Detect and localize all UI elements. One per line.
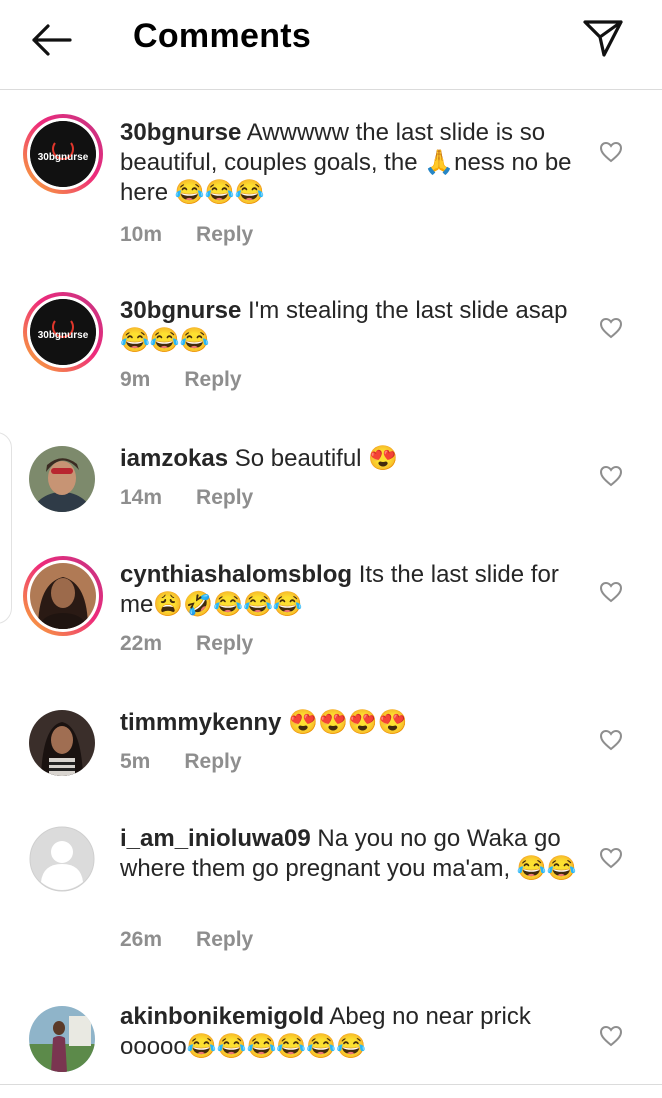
avatar: 30bgnurse xyxy=(30,299,96,365)
comment-time: 14m xyxy=(120,486,163,509)
avatar xyxy=(30,563,96,629)
avatar: 30bgnurse xyxy=(30,121,96,187)
comment-username[interactable]: timmmykenny xyxy=(120,709,281,736)
user-photo-avatar xyxy=(29,446,95,512)
heart-icon[interactable] xyxy=(599,1025,623,1047)
paper-plane-icon xyxy=(583,20,623,57)
avatar-story-ring[interactable]: 30bgnurse xyxy=(23,114,103,194)
comment-username[interactable]: akinbonikemigold xyxy=(120,1003,324,1030)
comment-text: So beautiful 😍 xyxy=(234,445,399,472)
share-button[interactable] xyxy=(580,15,626,61)
comment-time: 26m xyxy=(120,928,163,951)
reply-button[interactable]: Reply xyxy=(196,632,253,655)
comment-item: akinbonikemigold Abeg no near prick oooo… xyxy=(0,980,662,1084)
avatar-story-ring[interactable]: 30bgnurse xyxy=(23,292,103,372)
comment-meta: 22m Reply xyxy=(120,632,253,656)
heart-icon[interactable] xyxy=(599,729,623,751)
reply-button[interactable]: Reply xyxy=(196,223,253,246)
comment-body: timmmykenny 😍😍😍😍 xyxy=(120,708,580,738)
comment-username[interactable]: 30bgnurse xyxy=(120,297,241,324)
heart-icon[interactable] xyxy=(599,465,623,487)
brand-logo-avatar: 30bgnurse xyxy=(30,121,96,187)
comment-username[interactable]: i_am_inioluwa09 xyxy=(120,825,311,852)
heart-icon[interactable] xyxy=(599,581,623,603)
arrow-left-icon xyxy=(32,24,72,56)
comment-time: 9m xyxy=(120,368,151,391)
comment-body: iamzokas So beautiful 😍 xyxy=(120,444,580,474)
comment-username[interactable]: cynthiashalomsblog xyxy=(120,561,352,588)
comment-body: akinbonikemigold Abeg no near prick oooo… xyxy=(120,1002,580,1062)
comment-text: 😍😍😍😍 xyxy=(288,709,408,736)
avatar[interactable] xyxy=(29,1006,95,1072)
side-panel-handle[interactable] xyxy=(0,432,12,624)
comment-username[interactable]: iamzokas xyxy=(120,445,228,472)
comment-meta: 5m Reply xyxy=(120,750,242,774)
user-photo-avatar xyxy=(29,1006,95,1072)
comment-body: 30bgnurse I'm stealing the last slide as… xyxy=(120,296,580,356)
comment-body: 30bgnurse Awwwww the last slide is so be… xyxy=(120,118,580,208)
reply-button[interactable]: Reply xyxy=(196,928,253,951)
user-photo-avatar xyxy=(29,710,95,776)
heart-icon[interactable] xyxy=(599,317,623,339)
svg-text:30bgnurse: 30bgnurse xyxy=(38,330,89,341)
back-button[interactable] xyxy=(26,20,76,60)
brand-logo-avatar: 30bgnurse xyxy=(30,299,96,365)
comment-body: i_am_inioluwa09 Na you no go Waka go whe… xyxy=(120,824,580,884)
heart-icon[interactable] xyxy=(599,847,623,869)
comment-time: 10m xyxy=(120,223,163,246)
comment-time: 5m xyxy=(120,750,151,773)
reply-button[interactable]: Reply xyxy=(184,750,241,773)
user-photo-avatar xyxy=(30,563,96,629)
avatar[interactable] xyxy=(29,710,95,776)
comment-meta: 10m Reply xyxy=(120,223,253,247)
comment-meta: 9m Reply xyxy=(120,368,242,392)
heart-icon[interactable] xyxy=(599,141,623,163)
divider xyxy=(0,1084,662,1085)
page-title: Comments xyxy=(133,17,312,55)
comment-time: 22m xyxy=(120,632,163,655)
reply-button[interactable]: Reply xyxy=(196,486,253,509)
reply-button[interactable]: Reply xyxy=(184,368,241,391)
comment-meta: 14m Reply xyxy=(120,486,253,510)
comment-meta: 26m Reply xyxy=(120,928,253,952)
avatar[interactable] xyxy=(29,446,95,512)
avatar[interactable] xyxy=(29,826,95,892)
svg-text:30bgnurse: 30bgnurse xyxy=(38,152,89,163)
comments-header: Comments xyxy=(0,0,662,90)
default-profile-icon xyxy=(29,826,95,892)
comment-body: cynthiashalomsblog Its the last slide fo… xyxy=(120,560,580,620)
avatar-story-ring[interactable] xyxy=(23,556,103,636)
comment-username[interactable]: 30bgnurse xyxy=(120,119,241,146)
